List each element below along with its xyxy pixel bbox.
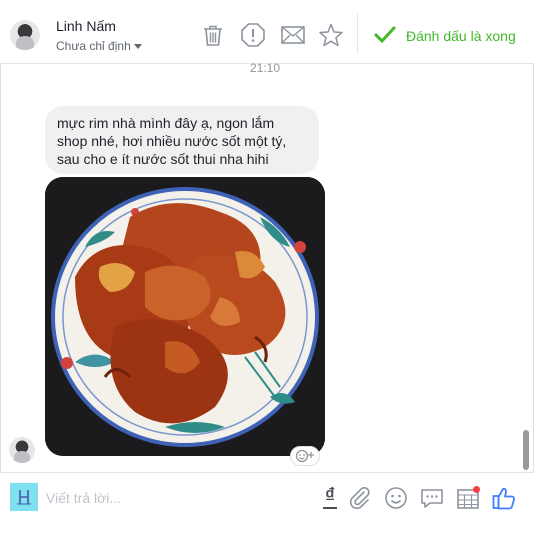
spam-alert-icon[interactable]: [240, 22, 266, 48]
mark-as-done-button[interactable]: Đánh dấu là xong: [406, 28, 516, 44]
appointment-icon[interactable]: [455, 485, 481, 511]
envelope-icon[interactable]: [280, 22, 306, 48]
conversation-header: Linh Nấm Chưa chỉ định Đánh dấu là xong: [0, 0, 534, 64]
like-icon[interactable]: [491, 485, 517, 511]
contact-avatar[interactable]: [10, 20, 40, 50]
scrollbar-thumb[interactable]: [523, 430, 529, 470]
checkmark-icon[interactable]: [374, 25, 396, 45]
contact-avatar-small: [9, 437, 35, 463]
message-bubble: mực rim nhà mình đây ạ, ngon lắm shop nh…: [45, 106, 319, 174]
saved-reply-icon[interactable]: [419, 485, 445, 511]
attachment-icon[interactable]: [347, 485, 373, 511]
chevron-down-icon[interactable]: [134, 44, 142, 49]
add-reaction-button[interactable]: [290, 446, 320, 466]
frame-border-left: [0, 0, 1, 534]
message-timestamp: 21:10: [250, 61, 281, 75]
reply-composer: ₫: [0, 472, 534, 534]
message-line: shop nhé, hơi nhiều nước sốt một tý,: [57, 133, 287, 149]
emoji-icon[interactable]: [383, 485, 409, 511]
star-icon[interactable]: [318, 22, 344, 48]
food-photo-image: [45, 177, 325, 456]
contact-name[interactable]: Linh Nấm: [56, 18, 116, 34]
header-divider: [357, 14, 358, 54]
notification-dot: [473, 486, 480, 493]
page-logo: [10, 483, 38, 511]
message-line: mực rim nhà mình đây ạ, ngon lắm: [57, 115, 275, 131]
message-photo[interactable]: [45, 177, 325, 456]
reply-input[interactable]: [46, 487, 266, 509]
message-line: sau cho e ít nước sốt thui nha hihi: [57, 151, 269, 167]
assign-dropdown-label[interactable]: Chưa chỉ định: [56, 39, 131, 53]
emoji-add-icon: [295, 449, 314, 463]
trash-icon[interactable]: [200, 22, 226, 48]
currency-icon[interactable]: ₫: [321, 485, 339, 509]
page-logo-icon: [17, 490, 31, 505]
